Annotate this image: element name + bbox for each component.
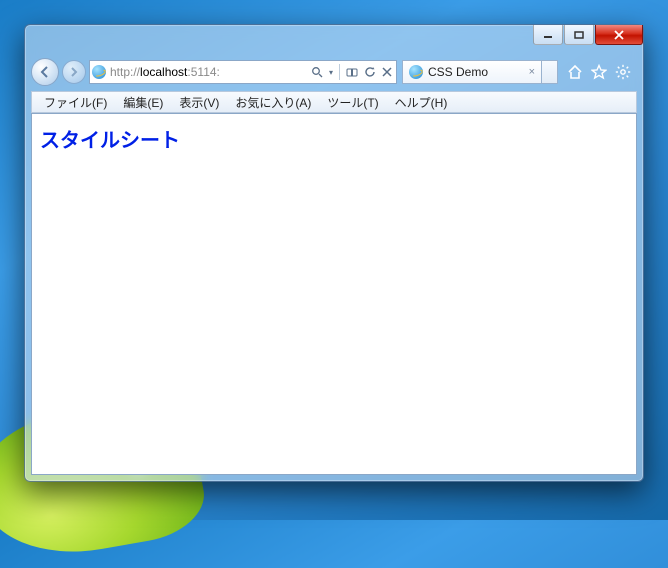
compat-view-icon[interactable] [346, 67, 358, 78]
stop-icon[interactable] [382, 67, 392, 77]
refresh-icon[interactable] [364, 66, 376, 78]
tab-strip: CSS Demo × [402, 60, 558, 84]
search-icon[interactable] [311, 66, 323, 78]
browser-window: http://localhost:5114: ▾ CSS Demo × [24, 24, 644, 482]
maximize-button[interactable] [564, 25, 594, 45]
home-icon[interactable] [567, 64, 583, 80]
gear-icon[interactable] [615, 64, 631, 80]
menu-bar: ファイル(F) 編集(E) 表示(V) お気に入り(A) ツール(T) ヘルプ(… [31, 91, 637, 113]
tab-title: CSS Demo [428, 65, 488, 79]
ie-icon [409, 65, 423, 79]
address-bar[interactable]: http://localhost:5114: ▾ [89, 60, 397, 84]
command-bar [561, 60, 637, 84]
tab-close-icon[interactable]: × [529, 66, 535, 78]
new-tab-button[interactable] [542, 60, 558, 84]
menu-edit[interactable]: 編集(E) [115, 92, 171, 113]
menu-help[interactable]: ヘルプ(H) [387, 92, 456, 113]
ie-icon [92, 65, 106, 79]
star-icon[interactable] [591, 64, 607, 80]
close-button[interactable] [595, 25, 643, 45]
nav-bar: http://localhost:5114: ▾ CSS Demo × [31, 57, 637, 87]
menu-favorites[interactable]: お気に入り(A) [227, 92, 319, 113]
page-content: スタイルシート [31, 113, 637, 475]
menu-file[interactable]: ファイル(F) [36, 92, 115, 113]
url-text: http://localhost:5114: [110, 65, 220, 79]
title-bar [532, 25, 643, 47]
chevron-down-icon[interactable]: ▾ [329, 68, 333, 77]
page-heading: スタイルシート [40, 124, 628, 153]
minimize-button[interactable] [533, 25, 563, 45]
forward-button[interactable] [62, 60, 86, 84]
menu-view[interactable]: 表示(V) [171, 92, 227, 113]
back-button[interactable] [31, 58, 59, 86]
menu-tools[interactable]: ツール(T) [319, 92, 386, 113]
tab-active[interactable]: CSS Demo × [402, 60, 542, 84]
